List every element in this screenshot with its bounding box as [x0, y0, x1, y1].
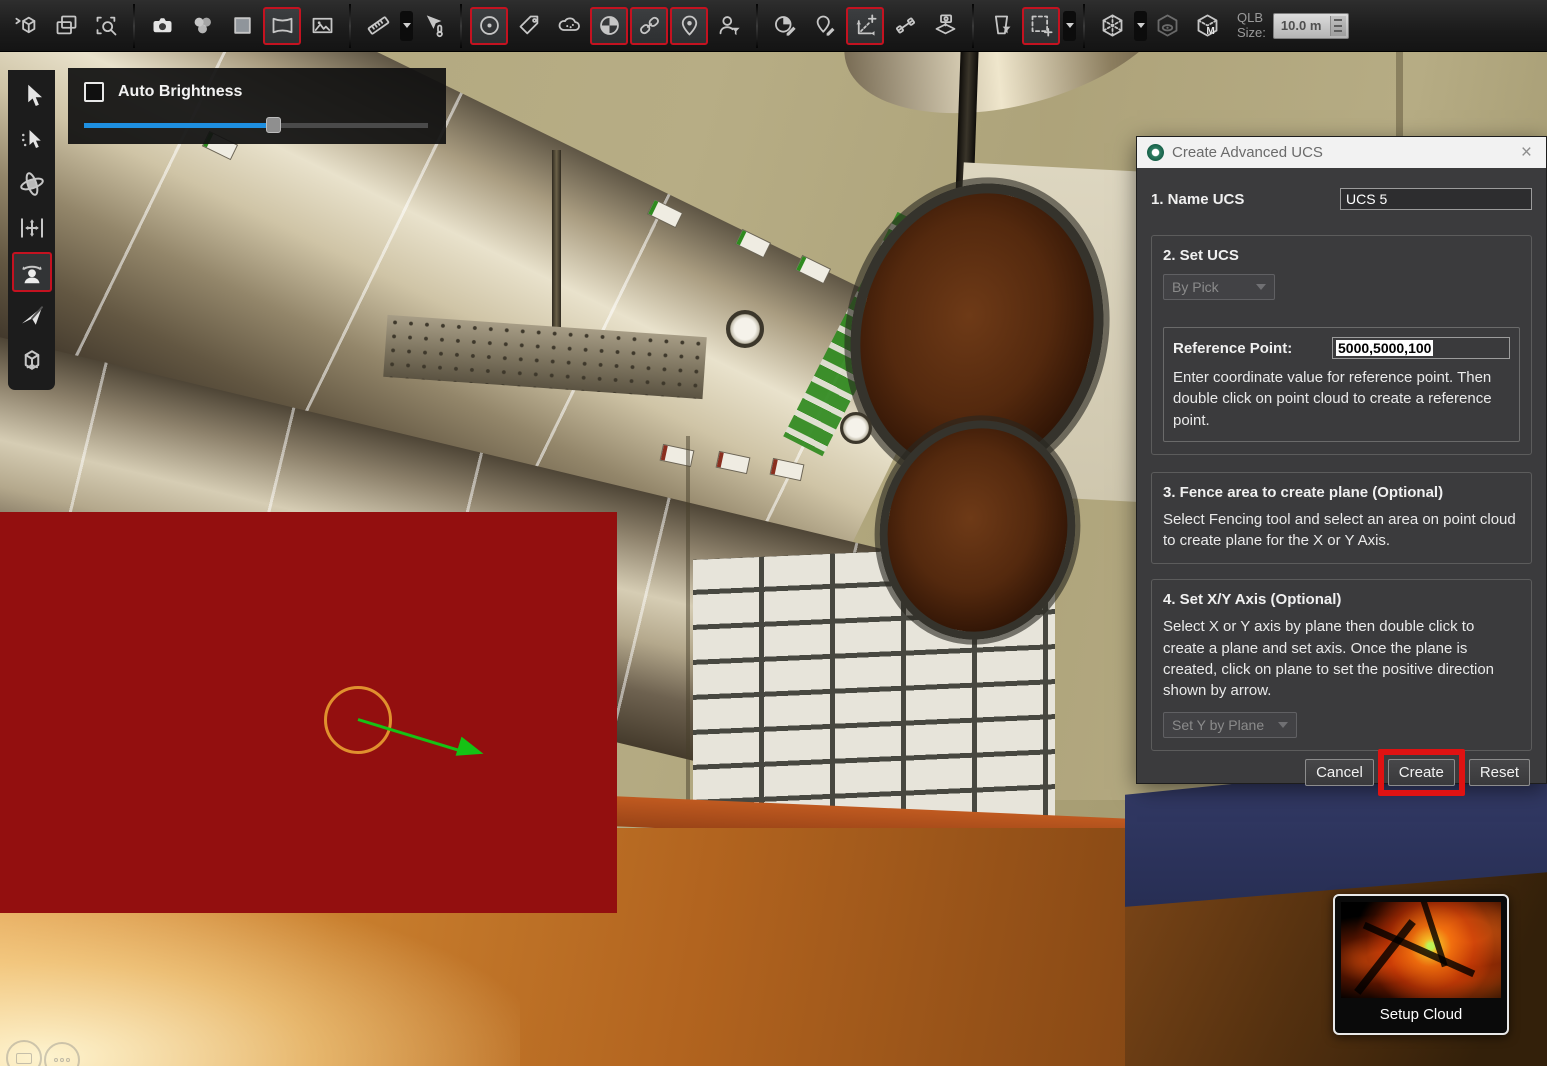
brightness-panel: Auto Brightness [68, 68, 446, 144]
reference-point-box: Reference Point: 5000,5000,100 Enter coo… [1163, 327, 1520, 442]
orbit-icon[interactable] [12, 164, 52, 204]
ucs-axis-arrowhead [456, 737, 487, 764]
floor-highlight [0, 890, 520, 1066]
set-ucs-label: 2. Set UCS [1163, 247, 1520, 264]
fence-area-section: 3. Fence area to create plane (Optional)… [1151, 472, 1532, 565]
cancel-button[interactable]: Cancel [1305, 759, 1374, 786]
ellipsis-icon [54, 1058, 70, 1062]
auto-brightness-checkbox[interactable] [84, 82, 104, 102]
qlb-size-field[interactable]: 10.0 m [1273, 13, 1349, 39]
brightness-slider-handle[interactable] [266, 117, 281, 133]
qlb-spinner[interactable] [1330, 16, 1346, 36]
setup-cloud-thumbnail[interactable] [1341, 902, 1501, 998]
multi-pick-cursor-icon[interactable] [12, 120, 52, 160]
measure-dropdown-arrow-icon[interactable] [400, 11, 413, 41]
dialog-title: Create Advanced UCS [1172, 144, 1323, 161]
cube-visibility-icon[interactable] [1148, 7, 1186, 45]
navigation-sidebar [8, 70, 55, 390]
ucs-name-input[interactable]: UCS 5 [1340, 188, 1532, 210]
dialog-header[interactable]: Create Advanced UCS × [1137, 137, 1546, 168]
fence-area-label: 3. Fence area to create plane (Optional) [1163, 484, 1520, 501]
pressure-gauge [726, 310, 764, 348]
setup-cloud-label: Setup Cloud [1341, 1006, 1501, 1023]
ucs-axes-icon[interactable] [846, 7, 884, 45]
svg-text:M: M [1206, 26, 1214, 37]
annotation-tag-icon[interactable] [510, 7, 548, 45]
point-cloud-icon[interactable] [550, 7, 588, 45]
panel-filter-icon[interactable] [982, 7, 1020, 45]
location-pin-icon[interactable] [670, 7, 708, 45]
qlb-size-value: 10.0 m [1281, 18, 1321, 33]
create-advanced-ucs-dialog: Create Advanced UCS × 1. Name UCS UCS 5 … [1137, 137, 1546, 783]
ucs-plane-overlay[interactable] [0, 512, 617, 913]
select-cursor-icon[interactable] [12, 76, 52, 116]
create-button-highlight: Create [1378, 749, 1465, 796]
pressure-gauge [840, 412, 872, 444]
qlb-size-label: QLB Size: [1237, 11, 1266, 41]
setup-cloud-panel[interactable]: Setup Cloud [1333, 894, 1509, 1035]
ucs-name-value: UCS 5 [1346, 191, 1387, 207]
measure-ruler-icon[interactable] [359, 7, 397, 45]
window-layout-icon[interactable] [47, 7, 85, 45]
fly-mode-icon[interactable] [12, 296, 52, 336]
set-ucs-dropdown[interactable]: By Pick [1163, 274, 1275, 300]
brightness-slider[interactable] [84, 117, 428, 133]
level-tool-icon[interactable] [886, 7, 924, 45]
cube-axes-icon[interactable] [12, 340, 52, 380]
registration-target-icon[interactable] [590, 7, 628, 45]
set-axis-section: 4. Set X/Y Axis (Optional) Select X or Y… [1151, 579, 1532, 750]
pin-edit-icon[interactable] [806, 7, 844, 45]
probe-cursor-icon[interactable] [414, 7, 452, 45]
cube-model-icon[interactable]: M [1188, 7, 1226, 45]
wall-corner-line [686, 436, 690, 816]
set-axis-dropdown[interactable]: Set Y by Plane [1163, 712, 1297, 738]
pan-icon[interactable] [12, 208, 52, 248]
close-icon[interactable]: × [1517, 143, 1536, 162]
set-axis-label: 4. Set X/Y Axis (Optional) [1163, 591, 1520, 608]
reference-point-help: Enter coordinate value for reference poi… [1173, 367, 1510, 431]
image-view-icon[interactable] [303, 7, 341, 45]
link-tool-icon[interactable] [630, 7, 668, 45]
map-camera-icon[interactable] [926, 7, 964, 45]
cube-view-dropdown-arrow-icon[interactable] [1134, 11, 1147, 41]
reset-button[interactable]: Reset [1469, 759, 1530, 786]
hanger-rod [552, 150, 561, 345]
keypad-icon [16, 1053, 32, 1064]
zoom-window-icon[interactable] [87, 7, 125, 45]
solid-view-icon[interactable] [223, 7, 261, 45]
name-ucs-label: 1. Name UCS [1151, 191, 1244, 208]
auto-brightness-label: Auto Brightness [118, 83, 242, 101]
dialog-app-icon [1147, 144, 1164, 161]
brightness-slider-fill [84, 123, 273, 128]
color-mode-icon[interactable] [183, 7, 221, 45]
cube-view-icon[interactable] [1093, 7, 1131, 45]
screenshot-camera-icon[interactable] [143, 7, 181, 45]
application-window: M QLB Size: 10.0 m Auto Brightn [0, 0, 1547, 1066]
reference-point-value: 5000,5000,100 [1336, 340, 1433, 356]
export-model-icon[interactable] [7, 7, 45, 45]
target-edit-icon[interactable] [766, 7, 804, 45]
fence-area-help: Select Fencing tool and select an area o… [1163, 509, 1520, 552]
fence-select-icon[interactable] [1022, 7, 1060, 45]
set-ucs-section: 2. Set UCS By Pick Reference Point: 5000… [1151, 235, 1532, 455]
circle-point-icon[interactable] [470, 7, 508, 45]
reference-point-input[interactable]: 5000,5000,100 [1332, 337, 1510, 359]
fence-dropdown-arrow-icon[interactable] [1063, 11, 1076, 41]
create-button[interactable]: Create [1388, 759, 1455, 786]
main-toolbar: M QLB Size: 10.0 m [0, 0, 1547, 52]
set-axis-help: Select X or Y axis by plane then double … [1163, 616, 1520, 701]
look-around-icon[interactable] [12, 252, 52, 292]
reference-point-label: Reference Point: [1173, 340, 1292, 357]
panorama-view-icon[interactable] [263, 7, 301, 45]
user-filter-icon[interactable] [710, 7, 748, 45]
